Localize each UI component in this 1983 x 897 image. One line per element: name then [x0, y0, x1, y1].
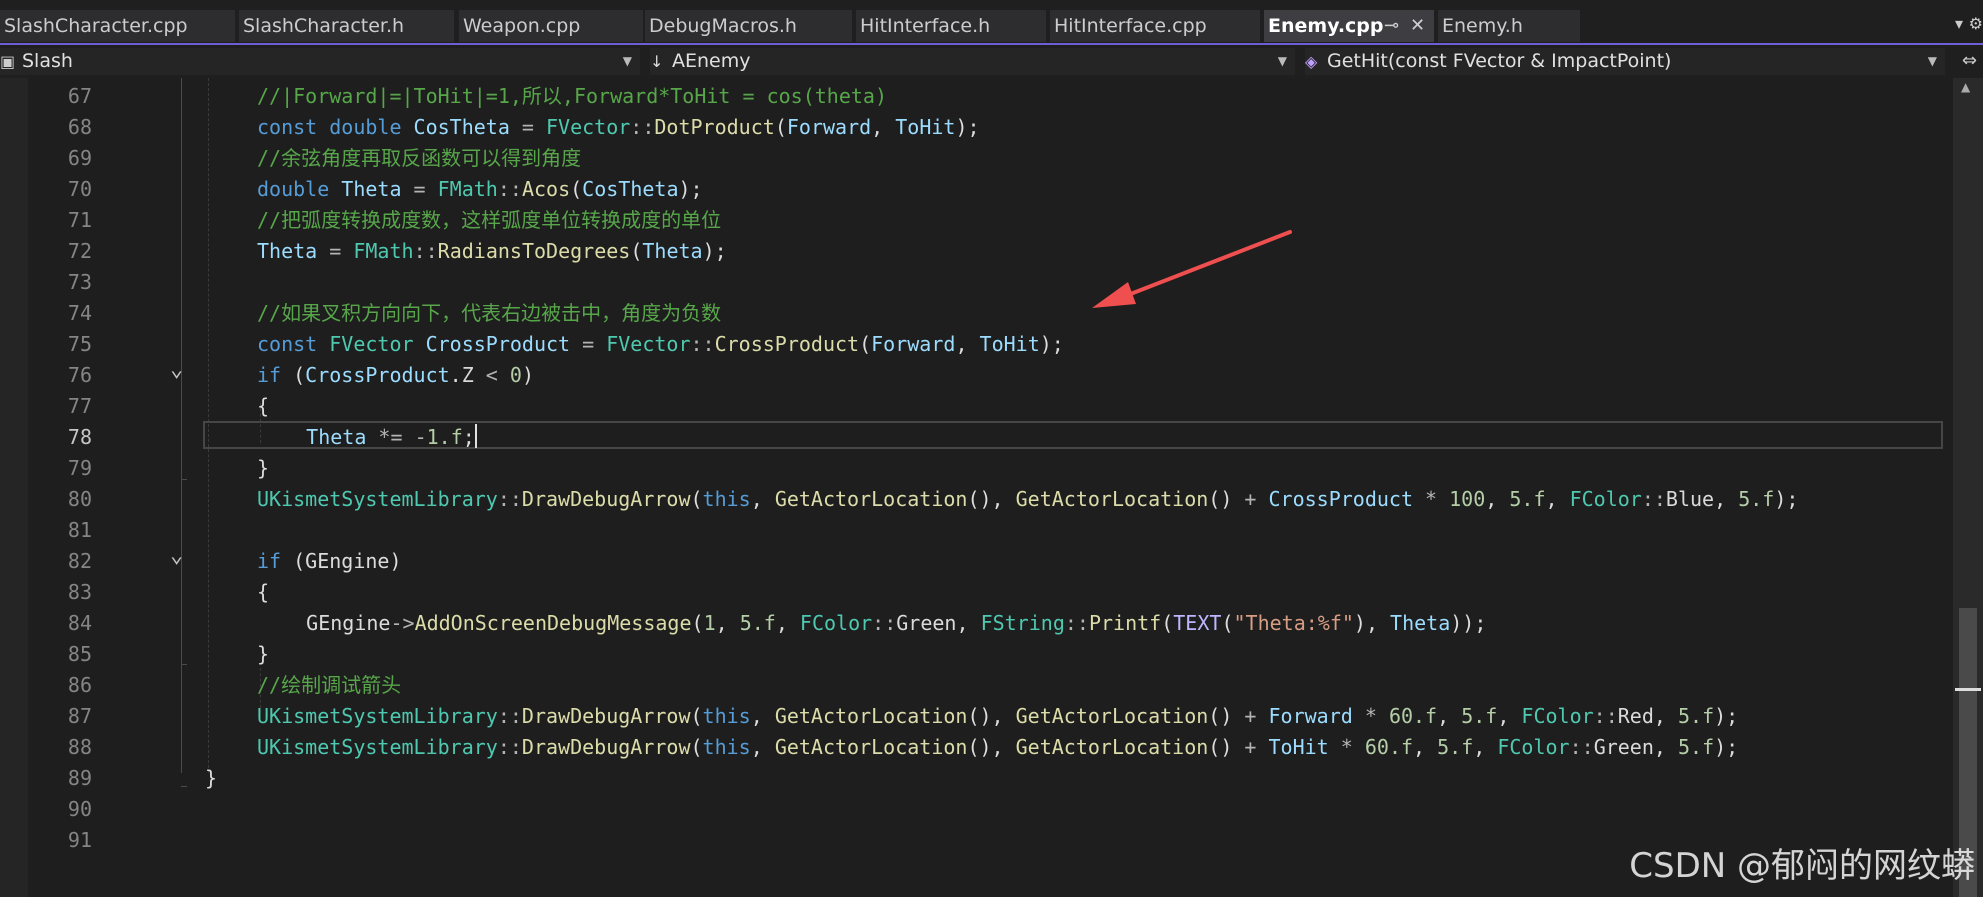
annotation-arrow-icon: [1092, 230, 1292, 308]
